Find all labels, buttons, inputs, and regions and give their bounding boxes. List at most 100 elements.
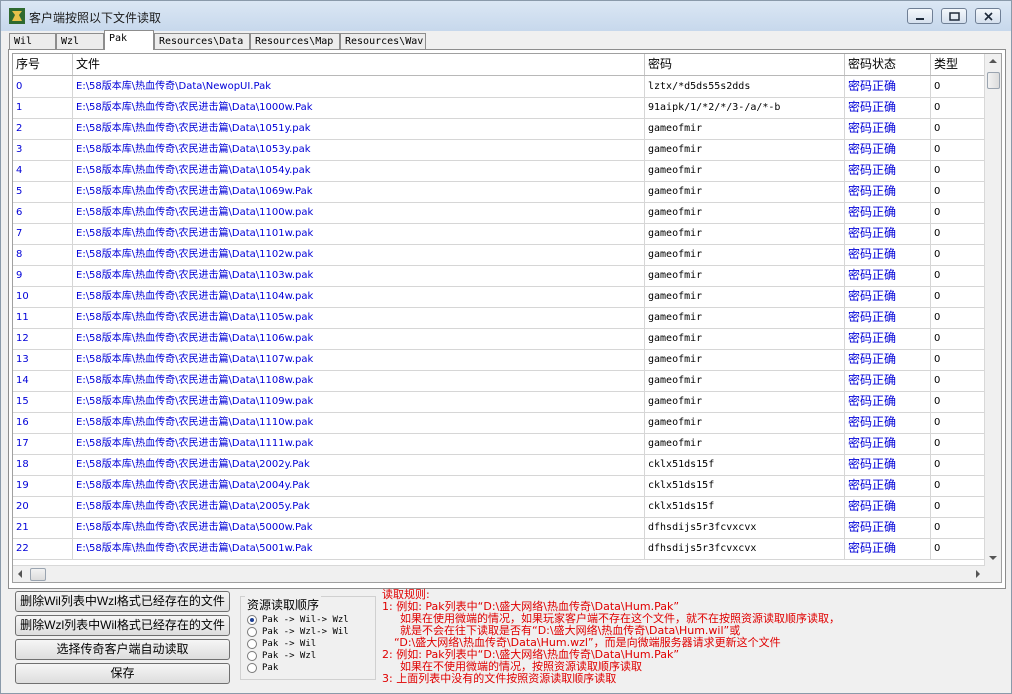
cell-type: 0	[931, 307, 985, 328]
cell-type: 0	[931, 244, 985, 265]
vertical-scrollbar[interactable]	[984, 54, 1001, 566]
minimize-button[interactable]	[907, 8, 933, 24]
pak-file-table[interactable]: 序号 文件 密码 密码状态 类型 0 E:\58版本库\热血传奇\Data\New…	[12, 53, 1002, 583]
radio-unselected-icon[interactable]	[247, 639, 257, 649]
tab-pak[interactable]: Pak	[104, 30, 154, 50]
cell-type: 0	[931, 265, 985, 286]
rule-line: 3: 上面列表中没有的文件按照资源读取顺序读取	[382, 672, 617, 685]
cell-type: 0	[931, 160, 985, 181]
cell-file: E:\58版本库\热血传奇\农民进击篇\Data\2004y.Pak	[73, 475, 645, 496]
scroll-up-icon[interactable]	[989, 58, 997, 64]
tab-wil[interactable]: Wil	[9, 33, 56, 49]
table-row[interactable]: 20 E:\58版本库\热血传奇\农民进击篇\Data\2005y.Pak cklx…	[13, 496, 985, 518]
table-row[interactable]: 19 E:\58版本库\热血传奇\农民进击篇\Data\2004y.Pak cklx…	[13, 475, 985, 497]
cell-password: cklx51ds15f	[645, 496, 845, 517]
tab-wzl[interactable]: Wzl	[56, 33, 104, 49]
maximize-button[interactable]	[941, 8, 967, 24]
table-row[interactable]: 7 E:\58版本库\热血传奇\农民进击篇\Data\1101w.pak gameo…	[13, 223, 985, 245]
table-row[interactable]: 2 E:\58版本库\热血传奇\农民进击篇\Data\1051y.pak gameo…	[13, 118, 985, 140]
auto-read-client-button[interactable]: 选择传奇客户端自动读取	[15, 639, 230, 660]
table-row[interactable]: 12 E:\58版本库\热血传奇\农民进击篇\Data\1106w.pak game…	[13, 328, 985, 350]
table-row[interactable]: 4 E:\58版本库\热血传奇\农民进击篇\Data\1054y.pak gameo…	[13, 160, 985, 182]
table-row[interactable]: 1 E:\58版本库\热血传奇\农民进击篇\Data\1000w.Pak 91aip…	[13, 97, 985, 119]
cell-type: 0	[931, 118, 985, 139]
cell-type: 0	[931, 412, 985, 433]
cell-password-status: 密码正确	[845, 370, 931, 391]
cell-file: E:\58版本库\热血传奇\农民进击篇\Data\1000w.Pak	[73, 97, 645, 118]
cell-file: E:\58版本库\热血传奇\农民进击篇\Data\1108w.pak	[73, 370, 645, 391]
cell-file: E:\58版本库\热血传奇\农民进击篇\Data\1107w.pak	[73, 349, 645, 370]
table-row[interactable]: 17 E:\58版本库\热血传奇\农民进击篇\Data\1111w.pak game…	[13, 433, 985, 455]
cell-index: 12	[13, 328, 73, 349]
maximize-icon	[949, 12, 960, 21]
table-row[interactable]: 10 E:\58版本库\热血传奇\农民进击篇\Data\1104w.pak game…	[13, 286, 985, 308]
cell-index: 6	[13, 202, 73, 223]
table-row[interactable]: 16 E:\58版本库\热血传奇\农民进击篇\Data\1110w.pak game…	[13, 412, 985, 434]
cell-password-status: 密码正确	[845, 181, 931, 202]
cell-index: 11	[13, 307, 73, 328]
tab-resources-data[interactable]: Resources\Data	[154, 33, 250, 49]
table-row[interactable]: 0 E:\58版本库\热血传奇\Data\NewopUI.Pak lztx/*d5d…	[13, 76, 985, 98]
cell-password: gameofmir	[645, 265, 845, 286]
cell-type: 0	[931, 454, 985, 475]
scroll-right-icon[interactable]	[975, 570, 981, 578]
column-header-file[interactable]: 文件	[73, 54, 645, 75]
tab-resources-wav[interactable]: Resources\Wav	[340, 33, 426, 49]
tab-resources-map[interactable]: Resources\Map	[250, 33, 340, 49]
cell-index: 14	[13, 370, 73, 391]
cell-password: gameofmir	[645, 412, 845, 433]
table-row[interactable]: 22 E:\58版本库\热血传奇\农民进击篇\Data\5001w.Pak dfhs…	[13, 538, 985, 560]
cell-type: 0	[931, 349, 985, 370]
table-row[interactable]: 11 E:\58版本库\热血传奇\农民进击篇\Data\1105w.pak game…	[13, 307, 985, 329]
app-icon	[9, 8, 25, 24]
cell-password: gameofmir	[645, 118, 845, 139]
radio-selected-icon[interactable]	[247, 615, 257, 625]
table-row[interactable]: 15 E:\58版本库\热血传奇\农民进击篇\Data\1109w.pak game…	[13, 391, 985, 413]
cell-password-status: 密码正确	[845, 139, 931, 160]
delete-wzl-duplicates-button[interactable]: 删除Wzl列表中Wil格式已经存在的文件	[15, 615, 230, 636]
cell-file: E:\58版本库\热血传奇\农民进击篇\Data\5001w.Pak	[73, 538, 645, 559]
cell-file: E:\58版本库\热血传奇\农民进击篇\Data\1110w.pak	[73, 412, 645, 433]
horizontal-scrollbar[interactable]	[13, 565, 985, 582]
cell-password: gameofmir	[645, 307, 845, 328]
column-header-password-status[interactable]: 密码状态	[845, 54, 931, 75]
table-row[interactable]: 13 E:\58版本库\热血传奇\农民进击篇\Data\1107w.pak game…	[13, 349, 985, 371]
cell-file: E:\58版本库\热血传奇\农民进击篇\Data\2005y.Pak	[73, 496, 645, 517]
table-row[interactable]: 8 E:\58版本库\热血传奇\农民进击篇\Data\1102w.pak gameo…	[13, 244, 985, 266]
cell-file: E:\58版本库\热血传奇\农民进击篇\Data\1051y.pak	[73, 118, 645, 139]
horizontal-scroll-thumb[interactable]	[30, 568, 46, 581]
vertical-scroll-thumb[interactable]	[987, 72, 1000, 89]
table-row[interactable]: 21 E:\58版本库\热血传奇\农民进击篇\Data\5000w.Pak dfhs…	[13, 517, 985, 539]
cell-index: 21	[13, 517, 73, 538]
radio-unselected-icon[interactable]	[247, 627, 257, 637]
cell-password: dfhsdijs5r3fcvxcvx	[645, 517, 845, 538]
resource-order-title: 资源读取顺序	[245, 596, 322, 613]
cell-file: E:\58版本库\热血传奇\农民进击篇\Data\1100w.pak	[73, 202, 645, 223]
table-row[interactable]: 3 E:\58版本库\热血传奇\农民进击篇\Data\1053y.pak gameo…	[13, 139, 985, 161]
cell-index: 8	[13, 244, 73, 265]
table-row[interactable]: 9 E:\58版本库\热血传奇\农民进击篇\Data\1103w.pak gameo…	[13, 265, 985, 287]
cell-password-status: 密码正确	[845, 349, 931, 370]
delete-wil-duplicates-button[interactable]: 删除Wil列表中Wzl格式已经存在的文件	[15, 591, 230, 612]
cell-index: 10	[13, 286, 73, 307]
column-header-index[interactable]: 序号	[13, 54, 73, 75]
table-row[interactable]: 18 E:\58版本库\热血传奇\农民进击篇\Data\2002y.Pak cklx…	[13, 454, 985, 476]
table-row[interactable]: 6 E:\58版本库\热血传奇\农民进击篇\Data\1100w.pak gameo…	[13, 202, 985, 224]
cell-type: 0	[931, 496, 985, 517]
table-row[interactable]: 5 E:\58版本库\热血传奇\农民进击篇\Data\1069w.Pak gameo…	[13, 181, 985, 203]
scroll-left-icon[interactable]	[17, 570, 23, 578]
column-header-password[interactable]: 密码	[645, 54, 845, 75]
cell-file: E:\58版本库\热血传奇\农民进击篇\Data\1102w.pak	[73, 244, 645, 265]
table-row[interactable]: 14 E:\58版本库\热血传奇\农民进击篇\Data\1108w.pak game…	[13, 370, 985, 392]
cell-password-status: 密码正确	[845, 517, 931, 538]
column-header-type[interactable]: 类型	[931, 54, 985, 75]
cell-password-status: 密码正确	[845, 118, 931, 139]
save-button[interactable]: 保存	[15, 663, 230, 684]
cell-password-status: 密码正确	[845, 265, 931, 286]
close-button[interactable]	[975, 8, 1001, 24]
radio-unselected-icon[interactable]	[247, 663, 257, 673]
cell-index: 19	[13, 475, 73, 496]
scroll-down-icon[interactable]	[989, 555, 997, 561]
cell-file: E:\58版本库\热血传奇\农民进击篇\Data\5000w.Pak	[73, 517, 645, 538]
radio-unselected-icon[interactable]	[247, 651, 257, 661]
